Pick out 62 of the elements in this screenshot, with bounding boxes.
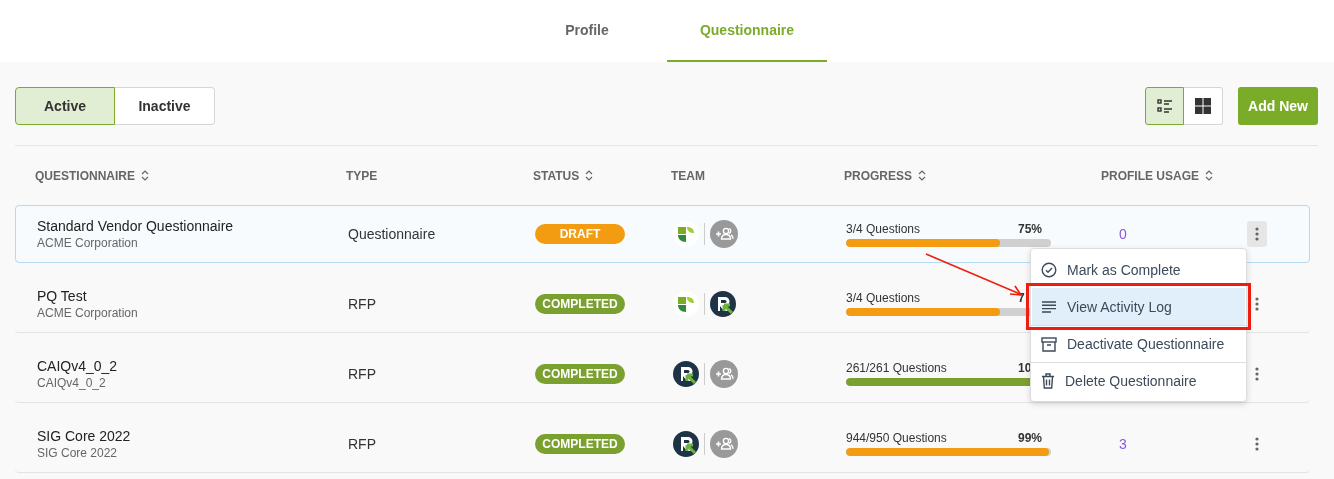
grid-icon — [1195, 98, 1212, 114]
sort-icon[interactable] — [141, 170, 149, 181]
progress-label: 261/261 Questions — [846, 361, 947, 375]
type-text: RFP — [348, 435, 376, 452]
owner-name: CAIQv4_0_2 — [37, 375, 107, 390]
sort-icon[interactable] — [1205, 170, 1213, 181]
questionnaire-name: PQ Test — [37, 287, 88, 304]
list-view-button[interactable] — [1145, 87, 1185, 125]
type-text: RFP — [348, 365, 376, 382]
column-header: TEAM — [671, 168, 705, 183]
r-logo-icon — [673, 360, 699, 387]
menu-item[interactable]: Delete Questionnaire — [1031, 362, 1246, 399]
progress-label: 944/950 Questions — [846, 431, 947, 445]
check-circle-icon — [1041, 261, 1057, 278]
add-member-icon[interactable] — [710, 359, 738, 388]
column-header: TYPE — [346, 168, 378, 183]
column-header[interactable]: PROGRESS — [844, 168, 912, 183]
filter-tab[interactable]: Inactive — [115, 87, 215, 125]
r-logo-icon — [710, 290, 736, 317]
questionnaire-name: CAIQv4_0_2 — [37, 357, 119, 374]
menu-item[interactable]: View Activity Log — [1032, 288, 1245, 325]
more-icon — [1255, 436, 1259, 451]
add-member-icon[interactable] — [710, 429, 738, 458]
grid-view-button[interactable] — [1184, 87, 1224, 125]
lines-icon — [1041, 300, 1057, 313]
usage-count[interactable]: 0 — [1103, 226, 1127, 242]
owner-name: ACME Corporation — [37, 236, 139, 250]
add-member-icon[interactable] — [710, 220, 738, 248]
sort-icon[interactable] — [918, 170, 926, 181]
trash-icon — [1041, 373, 1055, 389]
archive-icon — [1041, 336, 1057, 352]
owner-name: ACME Corporation — [37, 305, 139, 320]
filter-tab[interactable]: Active — [15, 87, 115, 125]
tab[interactable]: Profile — [507, 0, 667, 62]
questionnaire-name: SIG Core 2022 — [37, 427, 132, 444]
column-header[interactable]: QUESTIONNAIRE — [35, 168, 135, 183]
type-text: Questionnaire — [348, 226, 436, 242]
progress-label: 3/4 Questions — [846, 221, 921, 236]
sort-icon[interactable] — [585, 170, 594, 181]
r-logo-icon — [673, 430, 699, 457]
progress-percent: 75% — [1018, 221, 1044, 236]
usage-count[interactable]: 3 — [1103, 435, 1127, 452]
column-header[interactable]: STATUS — [533, 168, 580, 183]
more-icon — [1255, 296, 1259, 311]
leaf-logo-icon — [673, 290, 699, 317]
type-text: RFP — [348, 295, 376, 312]
status-badge: COMPLETED — [535, 363, 625, 384]
owner-name: SIG Core 2022 — [37, 445, 119, 460]
more-icon — [1255, 227, 1259, 241]
questionnaire-name: Standard Vendor Questionnaire — [37, 218, 235, 234]
status-badge: COMPLETED — [535, 433, 625, 454]
table-row[interactable]: SIG Core 2022 SIG Core 2022 RFP COMPLETED 944/950 Questions 99% 3 — [15, 415, 1310, 473]
more-button[interactable] — [1247, 221, 1267, 247]
leaf-logo-icon — [673, 221, 699, 247]
status-badge: DRAFT — [535, 224, 625, 244]
column-header[interactable]: PROFILE USAGE — [1101, 168, 1199, 183]
menu-item[interactable]: Deactivate Questionnaire — [1031, 325, 1246, 362]
progress-label: 3/4 Questions — [846, 291, 921, 305]
list-icon — [1156, 99, 1173, 113]
more-icon — [1255, 366, 1259, 381]
progress-percent: 99% — [1018, 431, 1044, 445]
status-badge: COMPLETED — [535, 293, 625, 314]
